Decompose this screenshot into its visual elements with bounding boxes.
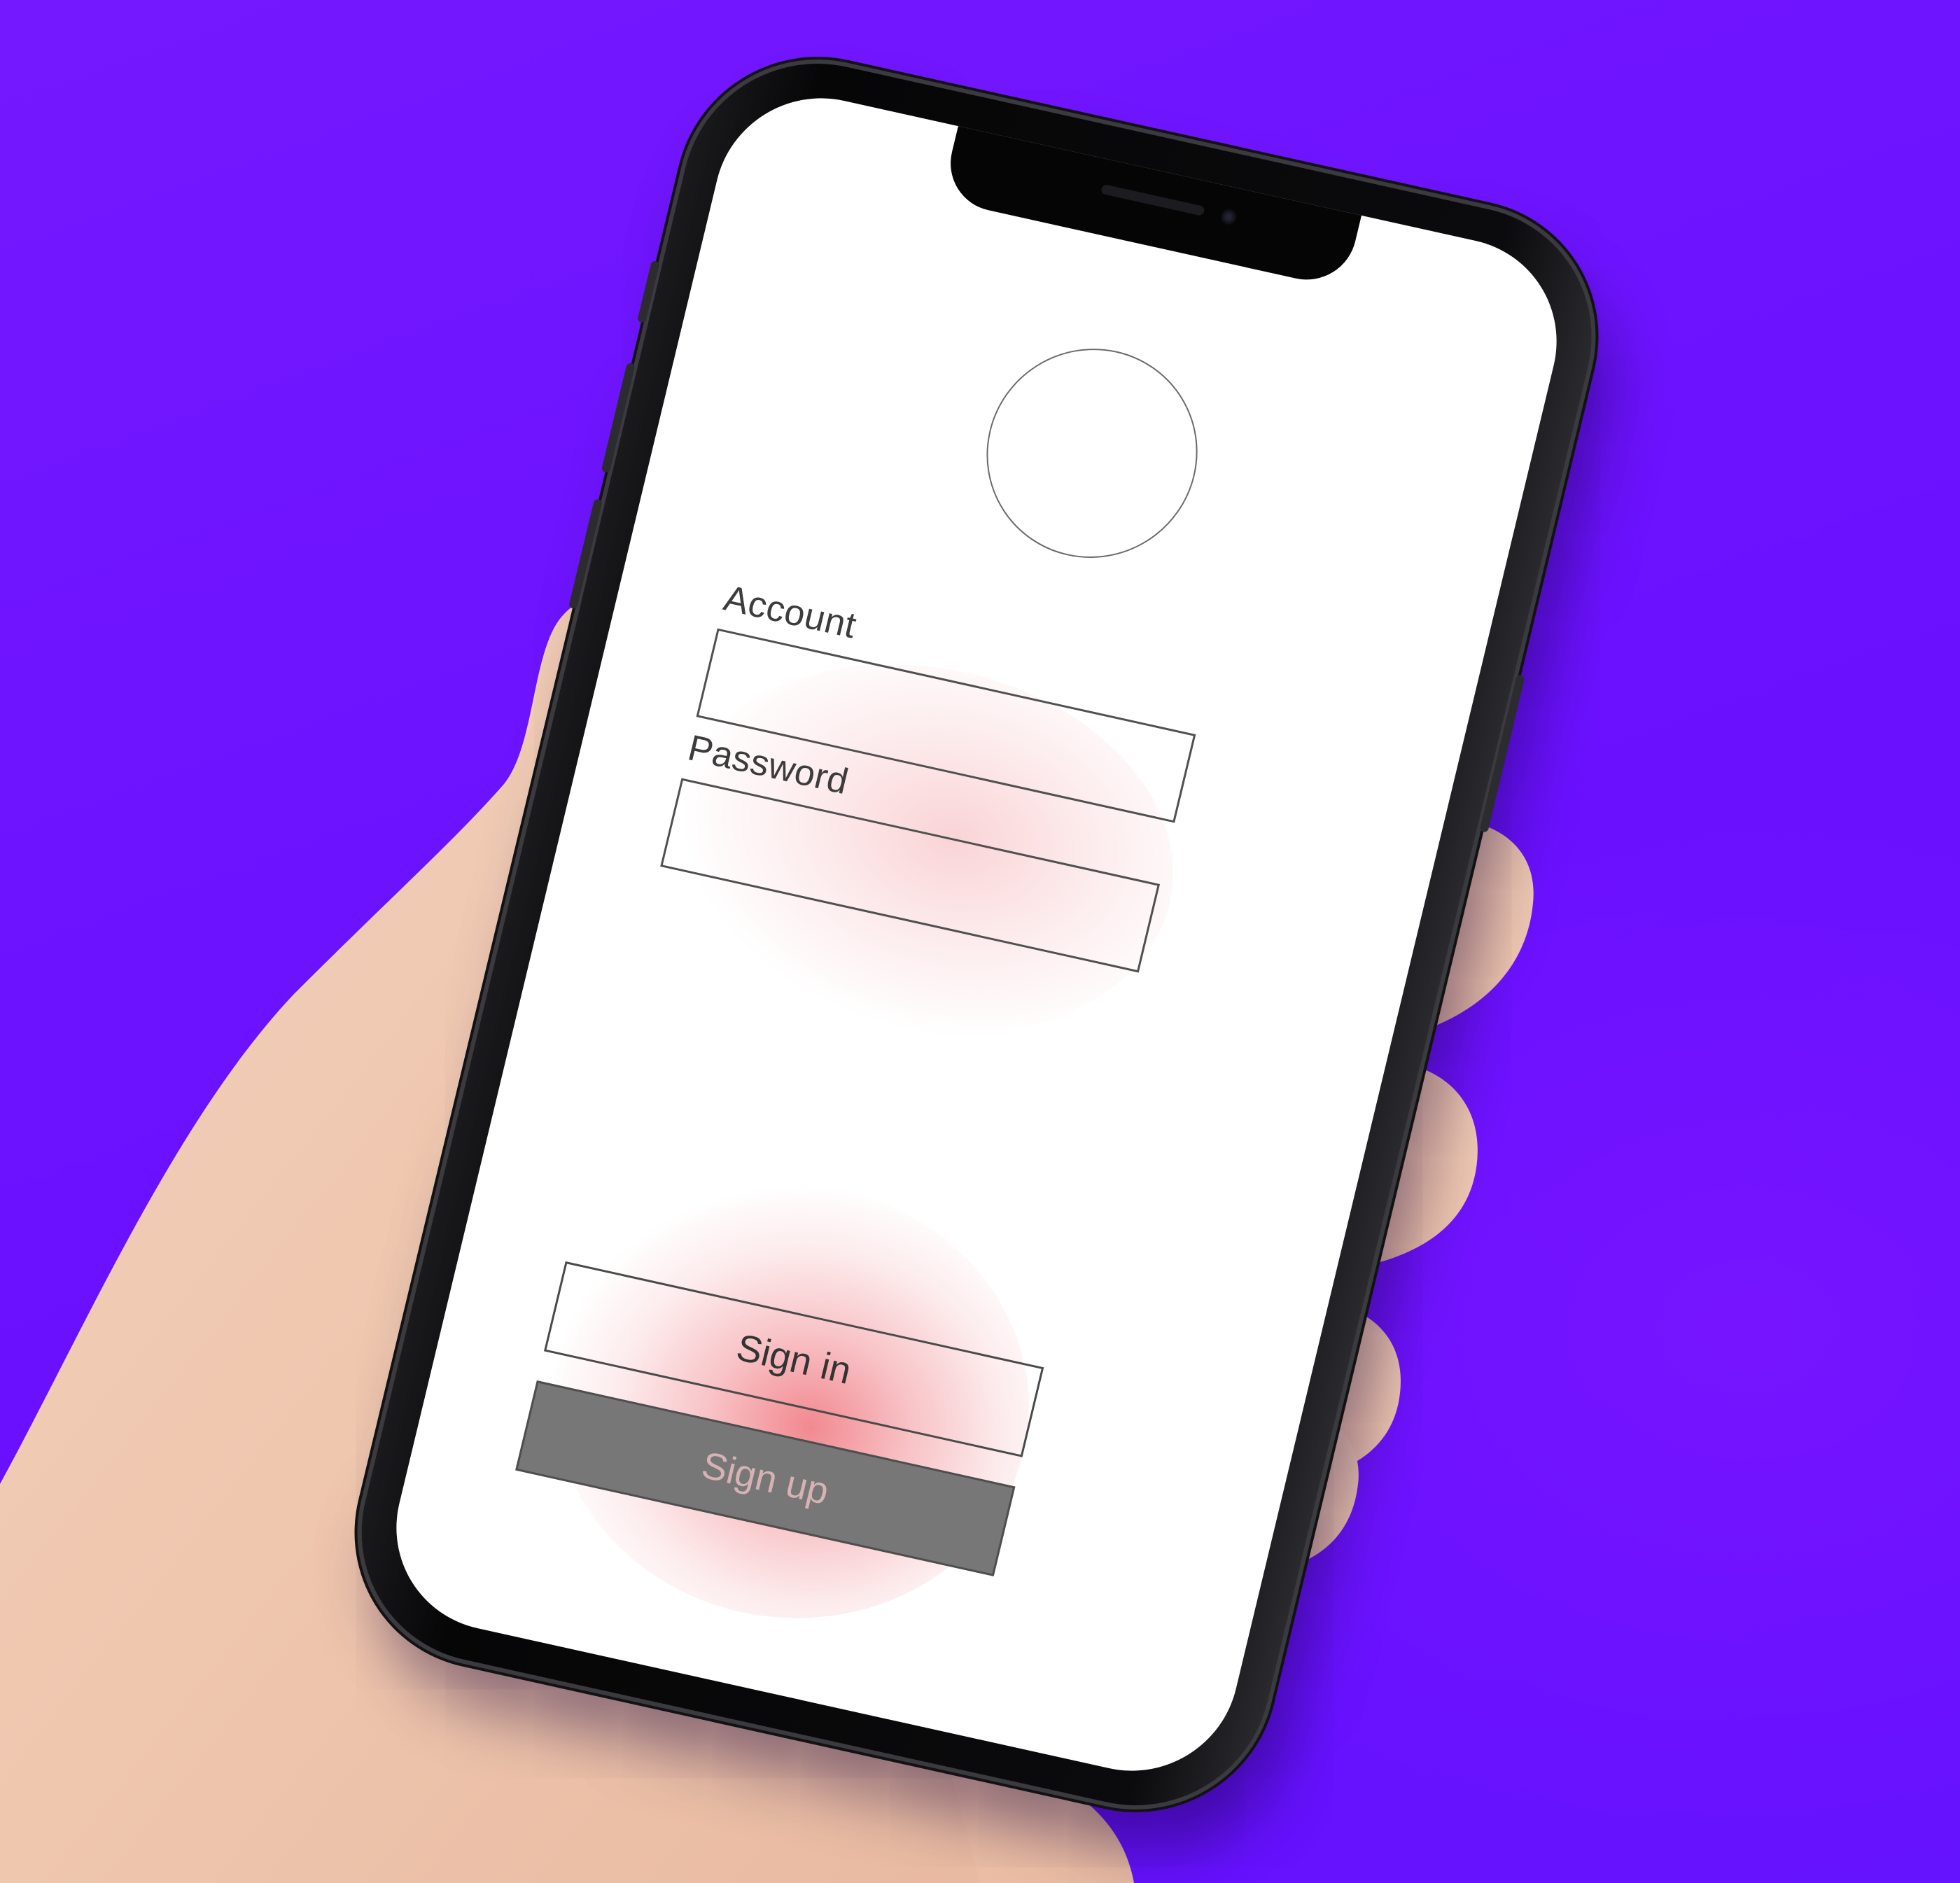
account-input[interactable] xyxy=(696,628,1196,823)
notch xyxy=(940,125,1362,289)
volume-up-button xyxy=(601,362,636,473)
speaker-grille xyxy=(1100,183,1205,216)
front-camera-icon xyxy=(1219,207,1238,226)
password-input[interactable] xyxy=(660,778,1161,973)
mute-switch xyxy=(637,260,660,323)
app-screen: Account Password Sign in Sign up xyxy=(374,78,1578,1791)
sign-in-label: Sign in xyxy=(732,1326,855,1392)
avatar-placeholder[interactable] xyxy=(965,328,1219,578)
power-button xyxy=(1479,674,1525,833)
volume-down-button xyxy=(568,498,603,610)
sign-up-label: Sign up xyxy=(697,1443,833,1513)
phone-frame: Account Password Sign in Sign up xyxy=(334,38,1619,1831)
phone-mockup: Account Password Sign in Sign up xyxy=(0,0,1960,1883)
